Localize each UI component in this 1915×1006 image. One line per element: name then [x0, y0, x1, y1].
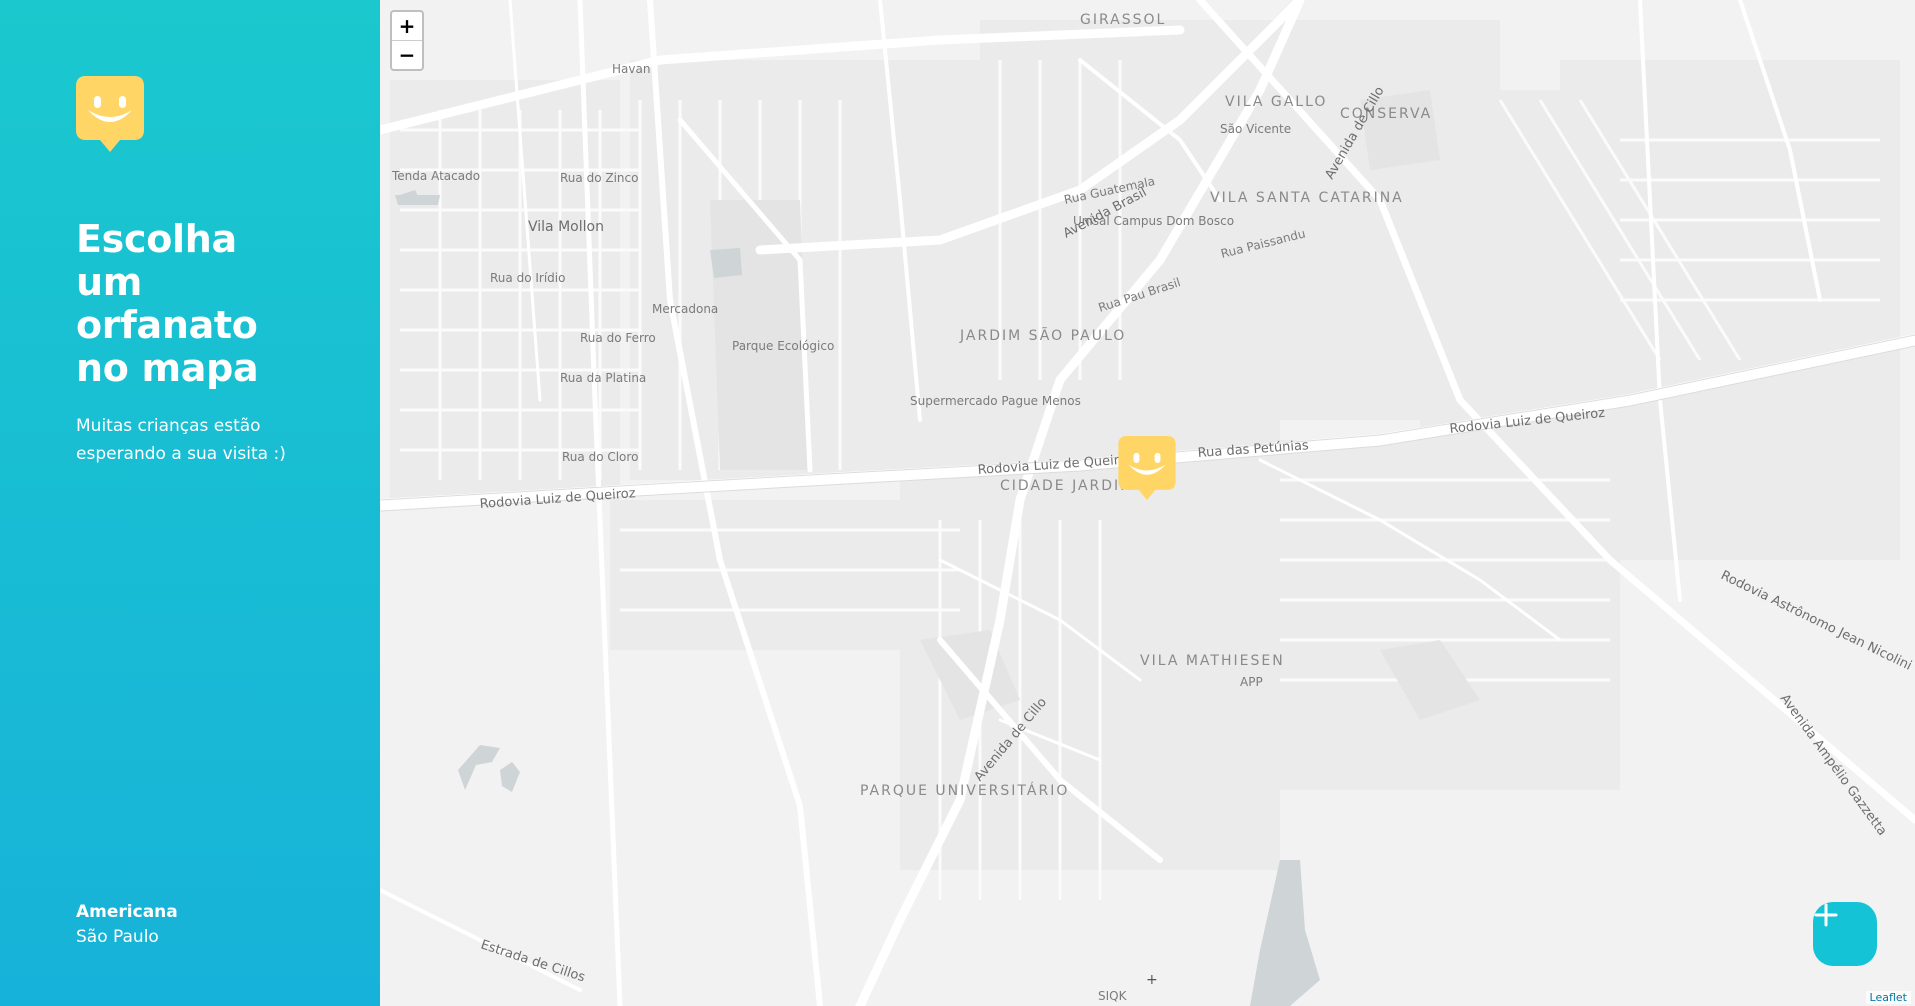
map-tiles[interactable]: VILA GALLO CONSERVA GIRASSOL VILA SANTA … — [380, 0, 1915, 1006]
label-girassol: GIRASSOL — [1080, 12, 1166, 28]
logo-smiley-icon — [76, 76, 144, 152]
location-info: Americana São Paulo — [76, 900, 178, 950]
label-vila-santa-catarina: VILA SANTA CATARINA — [1210, 190, 1404, 206]
label-rua-do-cloro: Rua do Cloro — [562, 450, 638, 464]
label-rua-da-platina: Rua da Platina — [560, 371, 646, 385]
label-rua-do-ferro: Rua do Ferro — [580, 331, 656, 345]
label-rua-do-zinco: Rua do Zinco — [560, 171, 638, 185]
page-subtitle: Muitas crianças estão esperando a sua vi… — [76, 416, 286, 464]
zoom-in-button[interactable]: + — [392, 12, 422, 40]
label-havan: Havan — [612, 62, 650, 76]
map-container[interactable]: VILA GALLO CONSERVA GIRASSOL VILA SANTA … — [380, 0, 1915, 1006]
add-orphanage-button[interactable] — [1813, 902, 1877, 966]
page-title: Escolha um orfanato no mapa — [76, 217, 259, 390]
zoom-out-button[interactable]: − — [392, 40, 422, 69]
label-rua-do-iridio: Rua do Irídio — [490, 271, 565, 285]
sidebar: Escolha um orfanato no mapa Muitas crian… — [0, 0, 380, 1006]
label-sao-vicente: São Vicente — [1220, 122, 1291, 136]
label-jardim-sao-paulo: JARDIM SÃO PAULO — [959, 327, 1126, 344]
label-supermercado: Supermercado Pague Menos — [910, 394, 1081, 408]
label-vila-mollon: Vila Mollon — [528, 219, 604, 235]
label-tenda-atacado: Tenda Atacado — [391, 169, 480, 183]
map-cross-symbol: + — [1146, 972, 1158, 988]
label-vila-mathiesen: VILA MATHIESEN — [1140, 653, 1285, 669]
label-mercadona: Mercadona — [652, 302, 718, 316]
label-vila-gallo: VILA GALLO — [1225, 94, 1327, 110]
label-parque-universitario: PARQUE UNIVERSITÁRIO — [860, 782, 1069, 799]
map-attribution-link[interactable]: Leaflet — [1865, 991, 1911, 1004]
plus-icon — [1814, 903, 1838, 927]
label-parque-ecologico: Parque Ecológico — [732, 339, 834, 353]
state-name: São Paulo — [76, 927, 159, 947]
zoom-control: + − — [390, 10, 424, 71]
city-name: Americana — [76, 902, 178, 922]
label-siqk: SIQK — [1098, 989, 1128, 1003]
orphanage-marker-icon[interactable] — [1118, 436, 1176, 500]
label-app: APP — [1240, 675, 1263, 689]
